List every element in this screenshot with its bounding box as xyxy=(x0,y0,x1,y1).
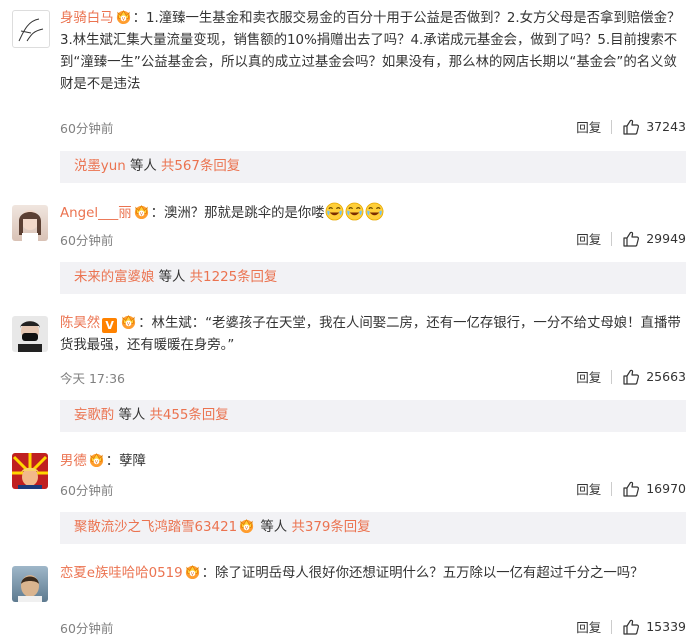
vip-crown-badge-icon xyxy=(120,313,137,330)
like-button[interactable]: 15339 xyxy=(622,618,686,636)
reply-user-link[interactable]: 涚墨yun xyxy=(74,159,126,174)
like-count: 15339 xyxy=(646,619,686,634)
reply-summary[interactable]: 妄歌酌 等人 共455条回复 xyxy=(60,400,686,432)
verified-v-icon: V xyxy=(102,318,118,333)
reply-button[interactable]: 回复 xyxy=(576,617,601,636)
reply-summary[interactable]: 聚散流沙之飞鸿踏雪63421 等人 共379条回复 xyxy=(60,512,686,544)
divider xyxy=(611,369,613,384)
reply-user-link[interactable]: 妄歌酌 xyxy=(74,408,114,423)
comment-text: 身骑白马 ：1.潼臻一生基金和卖衣服交易金的百分十用于公益是否做到？2.女方父母是… xyxy=(60,8,686,96)
divider xyxy=(611,481,613,496)
reply-mid-text: 等人 xyxy=(129,159,157,174)
thumbs-up-icon xyxy=(622,230,640,248)
comment-text: 陈昊然 V ：林生斌：“老婆孩子在天堂，我在人间娶二房，还有一亿存银行，一分不给丈母… xyxy=(60,313,686,357)
vip-crown-badge-icon xyxy=(133,203,150,220)
reply-total-link[interactable]: 共455条回复 xyxy=(149,408,228,423)
like-button[interactable]: 37243 xyxy=(622,118,686,136)
thumbs-up-icon xyxy=(622,368,640,386)
comment-time: 60分钟前 xyxy=(60,121,114,136)
username-link[interactable]: 陈昊然 xyxy=(60,316,100,331)
username-link[interactable]: 男德 xyxy=(60,454,87,469)
vip-crown-badge-icon xyxy=(238,517,255,534)
comment-body: ：林生斌：“老婆孩子在天堂，我在人间娶二房，还有一亿存银行，一分不给丈母娘！直播… xyxy=(60,316,681,353)
comment-actions: 回复 25663 xyxy=(576,367,686,386)
like-button[interactable]: 16970 xyxy=(622,480,686,498)
divider xyxy=(611,119,613,134)
like-count: 16970 xyxy=(646,481,686,496)
crying-laugh-emoji-icon xyxy=(325,202,344,221)
comment-time: 60分钟前 xyxy=(60,621,114,636)
avatar[interactable] xyxy=(12,10,50,48)
avatar[interactable] xyxy=(12,316,48,352)
reply-total-link[interactable]: 共379条回复 xyxy=(291,520,370,535)
reply-summary[interactable]: 涚墨yun 等人 共567条回复 xyxy=(60,151,686,183)
vip-crown-badge-icon xyxy=(184,563,201,580)
reply-button[interactable]: 回复 xyxy=(576,117,601,136)
comment-text: 恋夏e族哇哈哈0519 ：除了证明岳母人很好你还想证明什么？五万除以一亿有超过千分… xyxy=(60,563,686,585)
reply-total-link[interactable]: 共1225条回复 xyxy=(190,270,278,285)
crying-laugh-emoji-icon xyxy=(345,202,364,221)
reply-summary[interactable]: 未来的富婆娘 等人 共1225条回复 xyxy=(60,262,686,294)
reply-mid-text: 等人 xyxy=(118,408,146,423)
comment-actions: 回复 29949 xyxy=(576,229,686,248)
reply-user-link[interactable]: 聚散流沙之飞鸿踏雪63421 xyxy=(74,520,237,535)
like-button[interactable]: 25663 xyxy=(622,368,686,386)
username-link[interactable]: 恋夏e族哇哈哈0519 xyxy=(60,566,183,581)
thumbs-up-icon xyxy=(622,118,640,136)
username-link[interactable]: 身骑白马 xyxy=(60,11,114,26)
avatar[interactable] xyxy=(12,566,48,602)
comment-body: ：澳洲？那就是跳伞的是你喽 xyxy=(150,206,325,221)
comment-actions: 回复 16970 xyxy=(576,479,686,498)
comment-time: 60分钟前 xyxy=(60,483,114,498)
comment-text: Angel___丽 ：澳洲？那就是跳伞的是你喽 xyxy=(60,202,686,225)
reply-total-link[interactable]: 共567条回复 xyxy=(161,159,240,174)
comment-text: 男德 ：孽障 xyxy=(60,451,686,473)
divider xyxy=(611,619,613,634)
like-count: 29949 xyxy=(646,231,686,246)
reply-button[interactable]: 回复 xyxy=(576,479,601,498)
reply-mid-text: 等人 xyxy=(260,520,288,535)
avatar[interactable] xyxy=(12,453,48,489)
reply-button[interactable]: 回复 xyxy=(576,229,601,248)
reply-user-link[interactable]: 未来的富婆娘 xyxy=(74,270,154,285)
thumbs-up-icon xyxy=(622,618,640,636)
thumbs-up-icon xyxy=(622,480,640,498)
username-link[interactable]: Angel___丽 xyxy=(60,206,132,221)
comment-actions: 回复 15339 xyxy=(576,617,686,636)
comment-body: ：除了证明岳母人很好你还想证明什么？五万除以一亿有超过千分之一吗？ xyxy=(201,566,644,581)
comment-time: 60分钟前 xyxy=(60,233,114,248)
comment-body: ：孽障 xyxy=(105,454,146,469)
divider xyxy=(611,231,613,246)
crying-laugh-emoji-icon xyxy=(365,202,384,221)
reply-mid-text: 等人 xyxy=(158,270,186,285)
reply-button[interactable]: 回复 xyxy=(576,367,601,386)
like-button[interactable]: 29949 xyxy=(622,230,686,248)
comment-time: 今天 17:36 xyxy=(60,371,125,386)
vip-crown-badge-icon xyxy=(88,451,105,468)
comment-actions: 回复 37243 xyxy=(576,117,686,136)
like-count: 37243 xyxy=(646,119,686,134)
like-count: 25663 xyxy=(646,369,686,384)
comment-body: ：1.潼臻一生基金和卖衣服交易金的百分十用于公益是否做到？2.女方父母是否拿到赔… xyxy=(60,11,681,92)
avatar[interactable] xyxy=(12,205,48,241)
vip-crown-badge-icon xyxy=(115,8,132,25)
